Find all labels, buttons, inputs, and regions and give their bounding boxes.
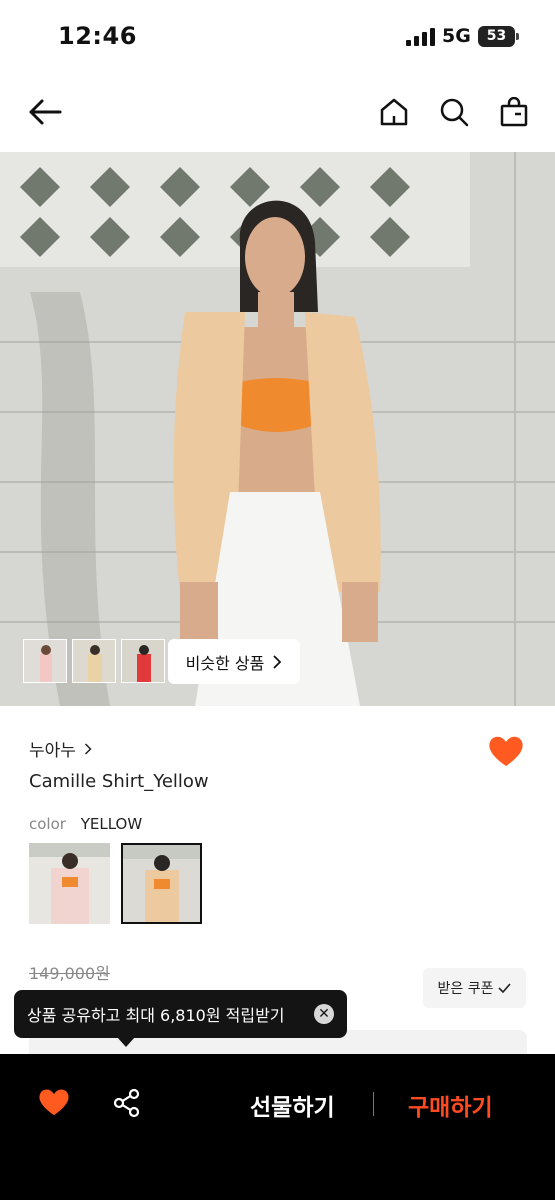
similar-products-label: 비슷한 상품 — [185, 653, 265, 673]
product-name: Camille Shirt_Yellow — [29, 771, 209, 792]
coupon-label: 받은 쿠폰 — [437, 981, 494, 997]
thumbnail[interactable] — [23, 639, 67, 683]
back-button[interactable] — [22, 89, 68, 135]
battery-icon: 53 — [478, 26, 519, 47]
status-bar: 12:46 5G 53 — [0, 0, 555, 75]
brand-name: 누아누 — [29, 741, 76, 761]
like-button[interactable] — [488, 735, 524, 771]
color-value: YELLOW — [80, 815, 143, 833]
image-thumbnails — [23, 639, 165, 683]
brand-link[interactable]: 누아누 — [29, 736, 92, 761]
network-label: 5G — [442, 25, 471, 47]
share-icon — [113, 1088, 140, 1118]
original-price: 149,000원 — [29, 964, 110, 983]
signal-icon — [406, 28, 436, 46]
gift-button[interactable]: 선물하기 — [250, 1088, 335, 1122]
color-row: color YELLOW — [29, 815, 142, 833]
share-reward-tooltip: 상품 공유하고 최대 6,810원 적립받기 ✕ — [14, 990, 347, 1038]
shopping-bag-icon — [500, 97, 528, 127]
search-icon — [440, 98, 469, 127]
home-button[interactable] — [371, 89, 417, 135]
thumbnail[interactable] — [121, 639, 165, 683]
color-options — [29, 843, 202, 924]
coupon-button[interactable]: 받은 쿠폰 — [423, 968, 526, 1008]
color-option-pink[interactable] — [29, 843, 110, 924]
divider — [373, 1092, 374, 1116]
tooltip-text: 상품 공유하고 최대 6,810원 적립받기 — [27, 1006, 285, 1025]
bag-button[interactable] — [491, 89, 537, 135]
close-icon[interactable]: ✕ — [314, 1004, 334, 1024]
tooltip-tail — [117, 1037, 135, 1047]
heart-icon — [39, 1089, 69, 1116]
buy-button[interactable]: 구매하기 — [408, 1088, 493, 1122]
bottom-action-bar: 선물하기 구매하기 — [0, 1054, 555, 1200]
color-option-yellow[interactable] — [121, 843, 202, 924]
heart-icon — [489, 736, 523, 766]
wishlist-button[interactable] — [38, 1088, 70, 1120]
color-label: color — [29, 815, 66, 833]
product-image[interactable]: 비슷한 상품 — [0, 152, 555, 706]
home-icon — [380, 98, 408, 126]
status-time: 12:46 — [58, 22, 137, 50]
chevron-right-icon — [273, 654, 282, 669]
arrow-left-icon — [29, 99, 62, 125]
check-icon — [498, 983, 512, 993]
similar-products-button[interactable]: 비슷한 상품 — [168, 639, 300, 684]
search-button[interactable] — [431, 89, 477, 135]
thumbnail[interactable] — [72, 639, 116, 683]
chevron-right-icon — [84, 742, 92, 755]
top-nav — [0, 75, 555, 151]
share-button[interactable] — [112, 1088, 142, 1122]
product-photo — [0, 152, 555, 706]
